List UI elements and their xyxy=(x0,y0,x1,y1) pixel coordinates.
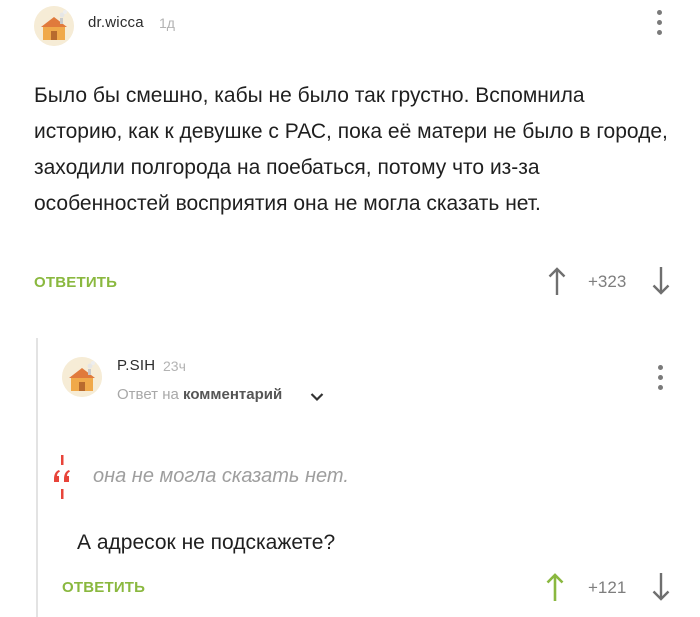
thread-line[interactable] xyxy=(36,338,38,617)
reply-button[interactable]: ОТВЕТИТЬ xyxy=(62,579,145,596)
arrow-up-icon[interactable] xyxy=(546,572,564,607)
rating-count: +323 xyxy=(588,272,627,291)
arrow-up-icon[interactable] xyxy=(548,266,566,301)
reply-to-link[interactable]: комментарий xyxy=(183,386,282,403)
timestamp: 1д xyxy=(159,15,175,31)
avatar-image xyxy=(62,357,102,397)
comment-text: А адресок не подскажете? xyxy=(77,531,336,554)
reply-to-prefix: Ответ на xyxy=(117,386,179,403)
avatar[interactable] xyxy=(34,6,74,46)
more-vertical-icon[interactable] xyxy=(656,365,666,391)
username[interactable]: P.SIH xyxy=(117,357,155,374)
username[interactable]: dr.wicca xyxy=(88,14,144,31)
more-vertical-icon[interactable] xyxy=(655,10,665,36)
timestamp: 23ч xyxy=(163,358,186,374)
rating-count: +121 xyxy=(588,578,627,597)
comment-text: Было бы смешно, кабы не было так грустно… xyxy=(34,84,668,215)
chevron-down-icon[interactable] xyxy=(310,389,324,407)
reply-button[interactable]: ОТВЕТИТЬ xyxy=(34,274,117,291)
arrow-down-icon[interactable] xyxy=(652,266,670,301)
quote-text: она не могла сказать нет. xyxy=(93,465,349,487)
avatar-image xyxy=(34,6,74,46)
avatar[interactable] xyxy=(62,357,102,397)
reply-to-label: Ответ на комментарий xyxy=(117,386,282,403)
quote-icon xyxy=(50,455,74,504)
arrow-down-icon[interactable] xyxy=(652,572,670,607)
